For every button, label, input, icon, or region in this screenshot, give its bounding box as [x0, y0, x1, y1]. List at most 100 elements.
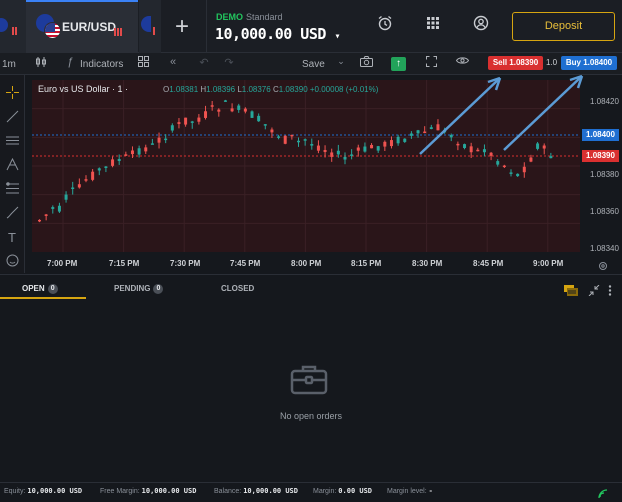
status-bar	[0, 482, 622, 502]
settings-gear-icon[interactable]	[598, 258, 608, 270]
us-flag-icon	[44, 22, 61, 39]
candle-body	[91, 171, 95, 180]
tab-count: 0	[153, 284, 164, 294]
tab-label: CLOSED	[221, 284, 255, 293]
account-balance[interactable]: 10,000.00 USD ▾	[215, 25, 340, 43]
candle-body	[137, 148, 141, 155]
x-tick: 8:30 PM	[412, 259, 443, 268]
emoji-icon[interactable]	[4, 254, 20, 270]
candle-body	[370, 145, 374, 149]
camera-icon[interactable]	[359, 56, 373, 70]
candle-body	[210, 105, 214, 107]
candle-body	[77, 184, 81, 188]
collapse-icon[interactable]	[588, 283, 600, 297]
active-tab-indicator	[0, 297, 86, 299]
x-tick: 8:45 PM	[473, 259, 504, 268]
mini-bars-icon	[114, 23, 126, 36]
candle-body	[283, 135, 287, 144]
candle-body	[257, 115, 261, 122]
tab-label: OPEN	[22, 284, 45, 294]
candle-body	[230, 108, 234, 112]
instrument-tab-next[interactable]	[139, 0, 161, 53]
candle-body	[164, 138, 168, 141]
candle-body	[197, 117, 201, 122]
candle-body	[330, 152, 334, 157]
orders-view-icon[interactable]	[564, 283, 578, 296]
timeframe-selector[interactable]: 1m	[2, 59, 16, 70]
y-tick: 1.08340	[590, 244, 619, 253]
alarm-clock-icon[interactable]	[374, 15, 396, 37]
candle-body	[316, 145, 320, 151]
candle-body	[290, 134, 294, 137]
user-profile-icon[interactable]	[470, 15, 492, 37]
arrow-up-icon[interactable]: ↑	[391, 57, 406, 71]
save-button[interactable]: Save	[302, 59, 325, 70]
ohlc-l-value: 1.08376	[241, 85, 271, 94]
margin-status: Margin: 0.00 USD	[313, 487, 373, 495]
candle-body	[38, 219, 41, 222]
candles-icon[interactable]	[34, 56, 48, 71]
crosshair-icon[interactable]	[4, 86, 20, 102]
candle-body	[104, 166, 108, 169]
candle-body	[502, 165, 506, 168]
candle-body	[144, 147, 148, 152]
tab-closed[interactable]: CLOSED	[221, 284, 254, 293]
y-tick: 1.08420	[590, 97, 619, 106]
more-options-icon[interactable]	[608, 283, 616, 296]
tab-pending[interactable]: PENDING 0	[114, 284, 164, 294]
tab-open[interactable]: OPEN 0	[22, 284, 58, 294]
horizontal-lines-icon[interactable]	[4, 134, 20, 150]
add-tab-button[interactable]: +	[168, 14, 196, 42]
free-margin-status: Free Margin: 10,000.00 USD	[100, 487, 197, 495]
fibonacci-icon[interactable]	[4, 182, 20, 198]
text-tool-icon[interactable]: T	[4, 230, 20, 246]
pitchfork-icon[interactable]	[4, 157, 20, 174]
candle-body	[303, 139, 307, 141]
candle-body	[389, 140, 393, 147]
candle-body	[204, 111, 208, 118]
candle-body	[217, 109, 221, 112]
layout-grid-icon[interactable]	[136, 56, 150, 70]
candle-body	[71, 187, 75, 190]
candle-body	[356, 147, 360, 151]
account-plan: Standard	[246, 12, 283, 22]
candle-body	[363, 146, 367, 152]
redo-icon[interactable]: ↷	[222, 56, 236, 69]
ohlc-h-value: 1.08396	[206, 85, 236, 94]
balance-status: Balance: 10,000.00 USD	[214, 487, 298, 495]
x-tick: 7:45 PM	[230, 259, 261, 268]
undo-icon[interactable]: ↶	[197, 56, 211, 69]
flag-icon	[0, 18, 8, 32]
candle-body	[263, 124, 267, 126]
instrument-tab-previous[interactable]	[0, 0, 26, 53]
pair-label: EUR/USD	[62, 20, 117, 34]
candle-body	[177, 122, 181, 124]
chevron-down-icon[interactable]: ⌄	[334, 56, 348, 67]
candle-body	[297, 140, 300, 143]
candle-body	[250, 111, 254, 118]
trend-line-icon[interactable]	[4, 110, 20, 126]
candle-body	[522, 166, 526, 173]
candle-body	[310, 143, 314, 146]
apps-grid-icon[interactable]	[422, 15, 444, 37]
brush-icon[interactable]	[4, 206, 20, 222]
deposit-button[interactable]: Deposit	[512, 12, 615, 41]
indicators-button[interactable]: Indicators	[80, 59, 123, 70]
candle-body	[170, 125, 174, 131]
ohlc-readout: O1.08381 H1.08396 L1.08376 C1.08390 +0.0…	[163, 85, 378, 94]
candle-body	[243, 108, 247, 112]
briefcase-icon	[290, 363, 328, 395]
candle-body	[150, 143, 154, 145]
tab-count: 0	[47, 284, 58, 294]
mini-bars-icon	[12, 22, 17, 40]
candle-body	[343, 156, 347, 160]
mini-bars-icon	[153, 22, 155, 40]
ohlc-change: +0.00008 (+0.01%)	[309, 85, 379, 94]
candle-body	[64, 194, 68, 200]
ohlc-o-value: 1.08381	[169, 85, 199, 94]
rewind-icon[interactable]: «	[166, 56, 180, 68]
candle-body	[509, 172, 513, 174]
candle-body	[157, 137, 161, 143]
equity-status: Equity: 10,000.00 USD	[4, 487, 83, 495]
candle-body	[376, 146, 380, 151]
